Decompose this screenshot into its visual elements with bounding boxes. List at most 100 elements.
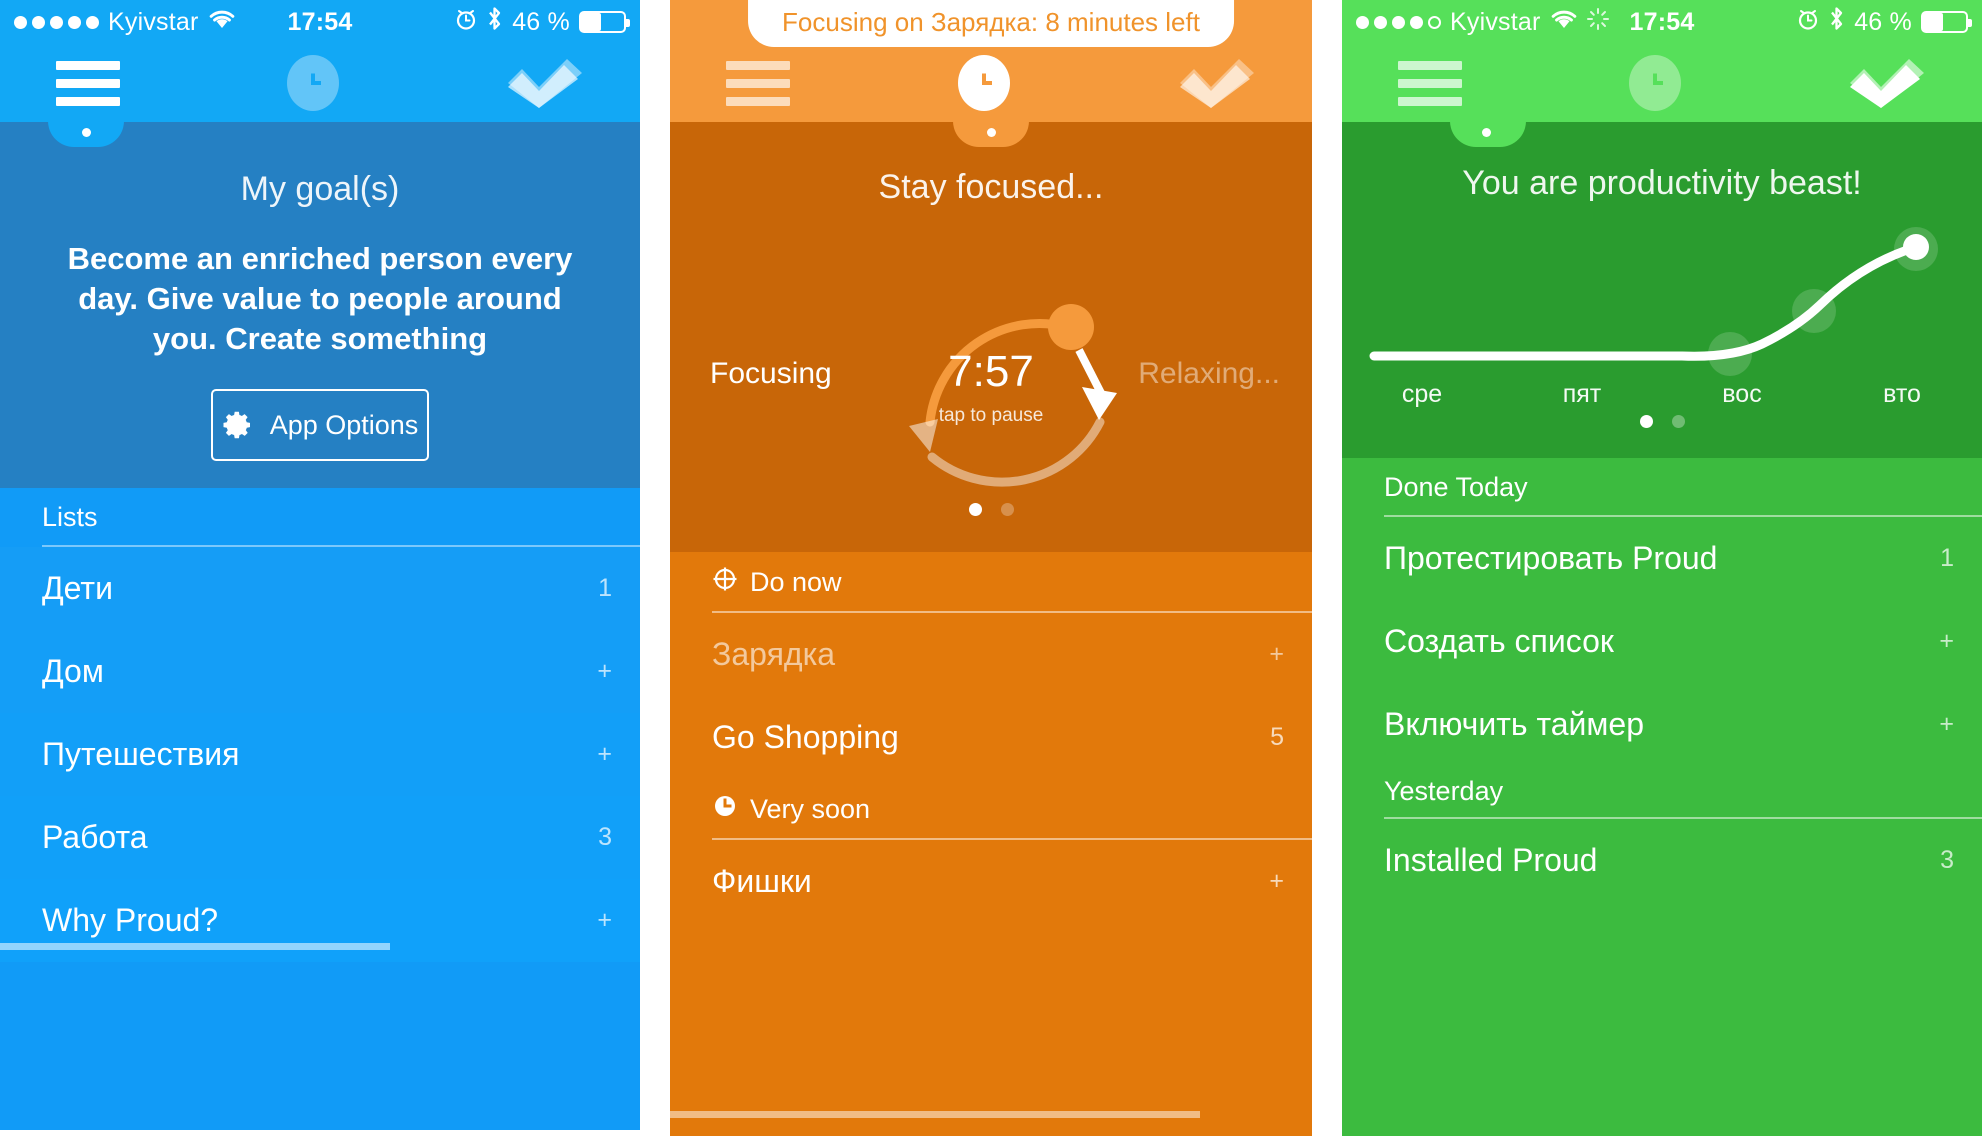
clock-glyph (1642, 70, 1668, 96)
lists-header: Lists (0, 488, 640, 547)
done-label: Installed Proud (1384, 842, 1598, 878)
bluetooth-icon (486, 6, 503, 38)
list-item-label: Why Proud? (42, 902, 219, 938)
status-bar: Kyivstar 17:54 46 % (0, 0, 640, 44)
list-item[interactable]: Дети 1 (0, 547, 640, 630)
section-header-yesterday: Yesterday (1342, 766, 1982, 819)
section-header-label: Do now (750, 567, 842, 597)
nav-bar-inner (670, 44, 1312, 122)
clock-icon[interactable] (958, 55, 1010, 111)
hero-pager[interactable] (1342, 415, 1982, 428)
phone-panel-done: Kyivstar 17:54 46 % You are productivity… (1342, 0, 1982, 1136)
done-row[interactable]: Включить таймер + (1342, 683, 1982, 766)
status-right: 46 % (455, 6, 630, 38)
status-bar: Kyivstar 17:54 46 % (1342, 0, 1982, 44)
pager-dot-active[interactable] (1639, 415, 1653, 428)
hamburger-icon[interactable] (726, 60, 790, 106)
focus-timer-ring[interactable]: 7:57 tap to pause Focusing Relaxing... (670, 207, 1312, 537)
list-item-label: Работа (42, 819, 148, 855)
task-add[interactable]: + (1269, 867, 1284, 896)
task-label: Go Shopping (712, 719, 899, 755)
focus-toast: Focusing on Зарядка: 8 minutes left (748, 0, 1234, 47)
signal-strength-icon (14, 15, 99, 29)
target-icon (712, 566, 738, 599)
hamburger-icon[interactable] (1398, 60, 1462, 106)
phone-panel-timer: Focusing on Зарядка: 8 minutes left Stay… (670, 0, 1312, 1136)
task-row[interactable]: Зарядка + (670, 613, 1312, 696)
wifi-icon (208, 8, 236, 37)
task-row[interactable]: Фишки + (670, 840, 1312, 923)
stats-hero: You are productivity beast! сре пят вос … (1342, 121, 1982, 458)
alarm-icon (455, 7, 477, 38)
battery-icon (1921, 11, 1972, 33)
chart-svg (1369, 227, 1938, 376)
pager-dot[interactable] (1671, 415, 1685, 428)
tasks-section: Do now Зарядка + Go Shopping 5 Very soon… (670, 552, 1312, 1136)
hero-pager[interactable] (670, 503, 1312, 516)
checkmark-icon[interactable] (1178, 57, 1256, 109)
done-meta: 1 (1940, 544, 1954, 572)
list-item-add[interactable]: + (597, 906, 612, 935)
done-meta: 3 (1940, 846, 1954, 874)
done-label: Включить таймер (1384, 706, 1644, 742)
chart-xtick: пят (1562, 380, 1602, 408)
pager-dot-active[interactable] (968, 503, 982, 516)
status-right: 46 % (1797, 6, 1972, 38)
page-title: My goal(s) (240, 170, 400, 208)
hamburger-icon[interactable] (56, 60, 120, 106)
section-header-very-soon: Very soon (670, 779, 1312, 840)
list-item-label: Дети (42, 570, 113, 606)
done-label: Протестировать Proud (1384, 540, 1718, 576)
task-meta: 5 (1270, 723, 1284, 751)
clock-icon[interactable] (287, 55, 339, 111)
timer-hero: Stay focused... 7:57 tap to pause Focusi… (670, 121, 1312, 552)
carrier-label: Kyivstar (1450, 7, 1541, 36)
task-row[interactable]: Go Shopping 5 (670, 696, 1312, 779)
checkmark-icon[interactable] (1848, 57, 1926, 109)
app-options-button[interactable]: App Options (211, 389, 429, 461)
section-header-do-now: Do now (670, 552, 1312, 613)
productivity-chart: сре пят вос вто (1342, 209, 1982, 409)
nav-bar (0, 44, 640, 122)
done-row[interactable]: Installed Proud 3 (1342, 819, 1982, 902)
task-add[interactable]: + (1269, 640, 1284, 669)
done-add[interactable]: + (1939, 710, 1954, 739)
list-item[interactable]: Why Proud? + (0, 879, 640, 962)
battery-percent-label: 46 % (1854, 7, 1912, 36)
list-item-add[interactable]: + (597, 657, 612, 686)
done-row[interactable]: Создать список + (1342, 600, 1982, 683)
clock-icon (712, 793, 738, 826)
activity-spinner-icon (1586, 7, 1609, 37)
lists-section: Lists Дети 1 Дом + Путешествия + Работа … (0, 488, 640, 1130)
nav-bar (1342, 44, 1982, 122)
clock-glyph (971, 70, 997, 96)
chart-x-axis: сре пят вос вто (1342, 380, 1982, 409)
carrier-label: Kyivstar (108, 7, 199, 36)
page-title: Stay focused... (878, 168, 1104, 206)
signal-strength-icon (1356, 15, 1441, 29)
ring-knob (1048, 304, 1094, 350)
checkmark-icon[interactable] (506, 57, 584, 109)
pager-dot[interactable] (1000, 503, 1014, 516)
status-left: Kyivstar (1356, 7, 1609, 37)
goals-hero: My goal(s) Become an enriched person eve… (0, 121, 640, 522)
list-item-add[interactable]: + (597, 740, 612, 769)
section-header-label: Very soon (750, 794, 871, 824)
done-row[interactable]: Протестировать Proud 1 (1342, 517, 1982, 600)
relax-arc (927, 417, 1105, 487)
list-item[interactable]: Путешествия + (0, 713, 640, 796)
task-label: Зарядка (712, 636, 836, 672)
done-add[interactable]: + (1939, 627, 1954, 656)
timer-hint: tap to pause (938, 405, 1044, 426)
hero-indicator-dot (1482, 128, 1491, 137)
app-options-label: App Options (269, 409, 419, 440)
chart-line (1369, 242, 1921, 361)
wifi-icon (1550, 8, 1578, 37)
clock-icon[interactable] (1629, 55, 1681, 111)
list-item[interactable]: Дом + (0, 630, 640, 713)
section-header-done-today: Done Today (1342, 458, 1982, 517)
task-label: Фишки (712, 863, 812, 899)
done-label: Создать список (1384, 623, 1614, 659)
hero-indicator-dot (82, 128, 91, 137)
list-item[interactable]: Работа 3 (0, 796, 640, 879)
